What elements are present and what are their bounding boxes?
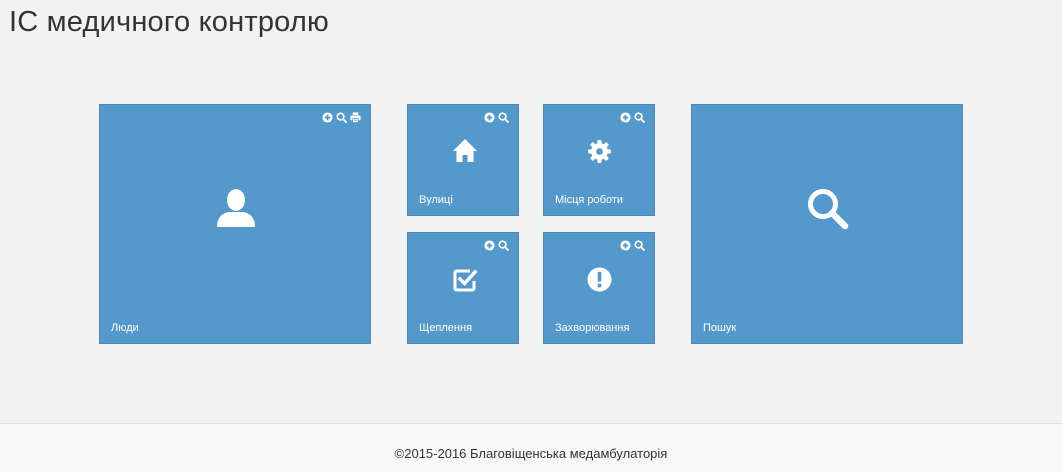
tile-people[interactable]: Люди — [99, 104, 371, 344]
tile-vaccinations[interactable]: Щеплення — [407, 232, 519, 344]
tile-label: Щеплення — [419, 322, 473, 334]
search-icon[interactable] — [336, 112, 347, 123]
search-icon[interactable] — [498, 240, 509, 251]
search-icon[interactable] — [634, 240, 645, 251]
footer-copyright: ©2015-2016 Благовіщенська медамбулаторія — [394, 446, 668, 461]
tile-actions — [620, 112, 645, 123]
tile-search[interactable]: Пошук — [691, 104, 963, 344]
add-icon[interactable] — [484, 112, 495, 123]
tile-label: Пошук — [703, 322, 737, 334]
exclamation-icon — [587, 267, 612, 292]
footer: ©2015-2016 Благовіщенська медамбулаторія — [0, 423, 1062, 472]
add-icon[interactable] — [620, 240, 631, 251]
user-icon — [215, 187, 257, 229]
tile-label: Люди — [111, 322, 139, 334]
tile-streets[interactable]: Вулиці — [407, 104, 519, 216]
search-icon[interactable] — [634, 112, 645, 123]
tile-label: Місця роботи — [555, 194, 624, 206]
tile-workplaces[interactable]: Місця роботи — [543, 104, 655, 216]
tile-label: Вулиці — [419, 194, 453, 206]
tile-label: Захворювання — [555, 322, 630, 334]
print-icon[interactable] — [350, 112, 361, 123]
search-icon[interactable] — [498, 112, 509, 123]
page-title: ІС медичного контролю — [9, 6, 329, 38]
tile-actions — [484, 240, 509, 251]
gear-icon — [587, 139, 612, 164]
home-icon — [452, 138, 478, 164]
tile-actions — [620, 240, 645, 251]
checkbox-icon — [452, 267, 478, 293]
tile-diseases[interactable]: Захворювання — [543, 232, 655, 344]
tile-actions — [322, 112, 361, 123]
add-icon[interactable] — [620, 112, 631, 123]
add-icon[interactable] — [322, 112, 333, 123]
add-icon[interactable] — [484, 240, 495, 251]
tile-actions — [484, 112, 509, 123]
search-icon — [806, 187, 850, 231]
